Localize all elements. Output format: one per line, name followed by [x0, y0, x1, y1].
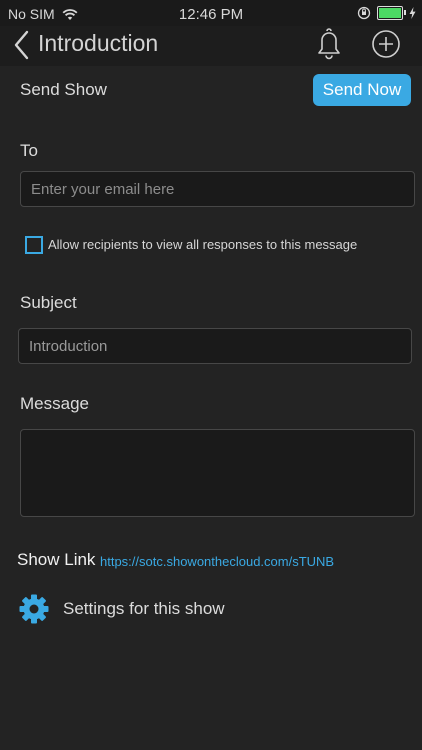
show-link-url[interactable]: https://sotc.showonthecloud.com/sTUNB [100, 554, 334, 569]
plus-circle-icon[interactable] [370, 28, 402, 65]
gear-icon [18, 593, 50, 630]
charging-icon [409, 7, 416, 19]
show-link-label: Show Link [17, 550, 96, 569]
allow-responses-checkbox[interactable] [25, 236, 43, 254]
send-show-label: Send Show [20, 80, 107, 99]
battery-icon [377, 6, 406, 20]
battery-level [379, 8, 401, 18]
settings-label: Settings for this show [63, 599, 225, 618]
chevron-left-icon[interactable] [12, 28, 32, 67]
message-label: Message [20, 394, 89, 413]
settings-row[interactable]: Settings for this show [18, 593, 278, 627]
orientation-lock-icon [357, 6, 371, 20]
bell-icon[interactable] [313, 26, 345, 65]
to-label: To [20, 141, 38, 160]
allow-responses-label: Allow recipients to view all responses t… [48, 237, 358, 252]
email-field[interactable] [20, 171, 415, 207]
status-right [357, 6, 416, 20]
page-title: Introduction [38, 30, 159, 56]
send-now-button[interactable]: Send Now [313, 74, 411, 106]
subject-field[interactable] [18, 328, 412, 364]
message-field[interactable] [20, 429, 415, 517]
nav-bar: Introduction [0, 26, 422, 66]
subject-label: Subject [20, 293, 77, 312]
